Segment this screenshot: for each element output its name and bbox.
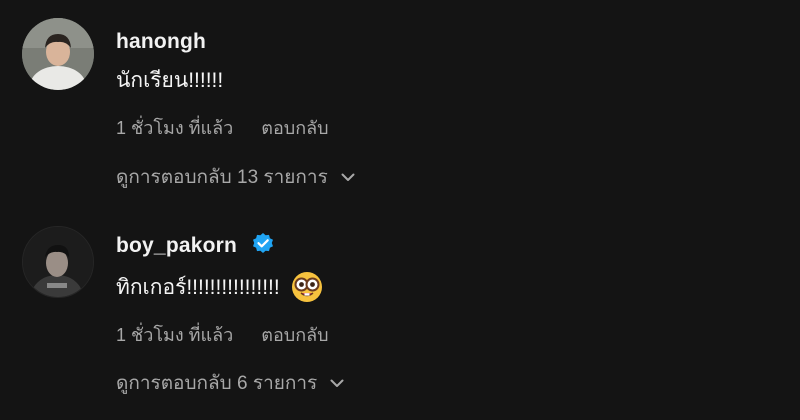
username-label[interactable]: boy_pakorn (116, 234, 237, 257)
view-replies-label: ดูการตอบกลับ 13 รายการ (116, 167, 328, 188)
username: boy_pakorn (116, 233, 275, 258)
chevron-down-icon (341, 173, 355, 181)
chevron-down-icon (330, 379, 344, 387)
view-replies-button[interactable]: ดูการตอบกลับ 6 รายการ (116, 368, 345, 398)
comment-text: นักเรียน!!!!!! (116, 64, 223, 97)
verified-badge-icon (253, 233, 274, 254)
comment-text-content: ทิกเกอร์!!!!!!!!!!!!!!!! (116, 275, 280, 299)
timestamp: 1 ชั่วโมง ที่แล้ว (116, 118, 234, 138)
timestamp: 1 ชั่วโมง ที่แล้ว (116, 325, 234, 345)
view-replies-label: ดูการตอบกลับ 6 รายการ (116, 373, 318, 394)
reply-button[interactable]: ตอบกลับ (261, 113, 328, 142)
comment-meta: 1 ชั่วโมง ที่แล้ว ตอบกลับ (116, 113, 329, 142)
username[interactable]: hanongh (116, 30, 206, 54)
view-replies-button[interactable]: ดูการตอบกลับ 13 รายการ (116, 162, 356, 192)
reply-button[interactable]: ตอบกลับ (261, 320, 328, 349)
comment-meta: 1 ชั่วโมง ที่แล้ว ตอบกลับ (116, 320, 329, 349)
nerd-face-emoji (291, 272, 322, 302)
comment-text-content: นักเรียน!!!!!! (116, 69, 224, 92)
comment-text: ทิกเกอร์!!!!!!!!!!!!!!!! (116, 270, 324, 304)
avatar[interactable] (22, 226, 94, 298)
avatar[interactable] (22, 18, 94, 90)
